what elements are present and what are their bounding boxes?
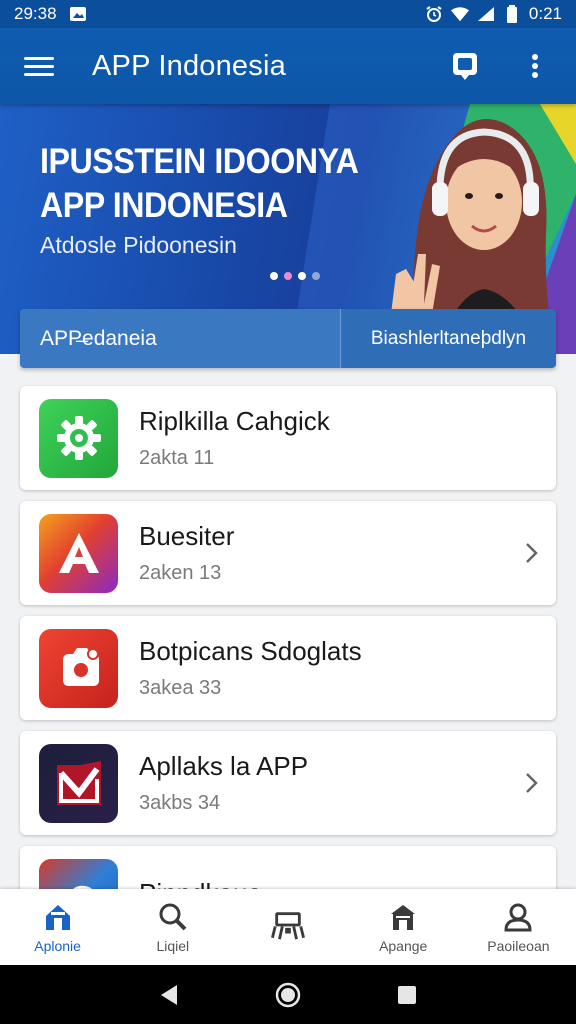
alarm-icon — [425, 5, 443, 23]
banner-title: IPUSSTEIN IDOONYA APP INDONESIA — [40, 140, 359, 228]
nav-label: Aplonie — [34, 938, 81, 954]
list-item[interactable]: Riplkilla Cahgick 2akta 11 — [20, 386, 556, 490]
app-name: Buesiter — [139, 521, 235, 551]
chevron-right-icon[interactable] — [522, 541, 540, 565]
banner-title-line2: APP INDONESIA — [40, 186, 288, 225]
system-navigation-bar — [0, 965, 576, 1024]
chevron-right-icon[interactable] — [522, 771, 540, 795]
carousel-indicator[interactable] — [270, 272, 320, 280]
carousel-dot[interactable] — [284, 272, 292, 280]
nav-label: Apange — [379, 938, 428, 954]
profile-icon — [501, 900, 535, 934]
chat-icon[interactable] — [450, 51, 480, 81]
app-meta: 3akea 33 — [139, 677, 222, 699]
page-title: APP Indonesia — [92, 49, 286, 82]
category-tabs: APP̶edaneia Biashlerltaneþdlyn — [20, 309, 556, 368]
battery-icon — [503, 5, 521, 23]
status-time-right: 0:21 — [528, 4, 562, 23]
bottom-navigation: Aplonie Liqiel Apange Paoileoan — [0, 889, 576, 965]
home-button-icon[interactable] — [274, 981, 302, 1009]
carousel-dot[interactable] — [312, 272, 320, 280]
search-icon — [156, 900, 190, 934]
image-notification-icon — [69, 5, 87, 23]
home-icon — [41, 900, 75, 934]
list-item[interactable]: Buesiter 2aken 13 — [20, 501, 556, 605]
wifi-icon — [450, 5, 469, 23]
nav-item-tools[interactable] — [230, 889, 345, 965]
nav-item-profile[interactable]: Paoileoan — [461, 889, 576, 965]
status-time-left: 29:38 — [14, 4, 57, 23]
check-shield-icon — [39, 743, 118, 823]
more-options-icon[interactable] — [520, 51, 550, 81]
recent-apps-icon[interactable] — [393, 981, 421, 1009]
nav-label: Paoileoan — [487, 938, 550, 954]
app-bar: APP Indonesia — [0, 28, 576, 104]
menu-icon[interactable] — [24, 51, 54, 81]
nav-label: Liqiel — [156, 938, 190, 954]
gear-icon — [39, 398, 118, 478]
app-meta: 2aken 13 — [139, 562, 222, 584]
banner-subtitle: Atdosle Pidoonesin — [40, 232, 237, 258]
app-meta: 2akta 11 — [139, 447, 215, 469]
banner-title-line1: IPUSSTEIN IDOONYA — [40, 142, 359, 181]
camera-icon — [39, 628, 118, 708]
app-meta: 3akbs 34 — [139, 792, 221, 814]
signal-icon — [477, 5, 495, 23]
status-bar: 29:38 0:21 — [0, 0, 576, 28]
carousel-dot[interactable] — [298, 272, 306, 280]
toolbox-icon — [271, 908, 305, 942]
list-item[interactable]: Botpicans Sdoglats 3akea 33 — [20, 616, 556, 720]
app-name: Botpicans Sdoglats — [139, 636, 362, 666]
letter-a-icon — [39, 513, 118, 593]
app-name: Riplkilla Cahgick — [139, 406, 330, 436]
tab-primary[interactable]: APP̶edaneia — [20, 309, 340, 368]
back-icon[interactable] — [155, 981, 183, 1009]
store-icon — [386, 900, 420, 934]
nav-item-home[interactable]: Aplonie — [0, 889, 115, 965]
list-item[interactable]: Apllaks la APP 3akbs 34 — [20, 731, 556, 835]
nav-item-search[interactable]: Liqiel — [115, 889, 230, 965]
nav-item-store[interactable]: Apange — [346, 889, 461, 965]
carousel-dot[interactable] — [270, 272, 278, 280]
app-name: Apllaks la APP — [139, 751, 309, 781]
app-list: Riplkilla Cahgick 2akta 11 Buesiter 2ake… — [20, 386, 556, 961]
tab-secondary[interactable]: Biashlerltaneþdlyn — [340, 309, 556, 368]
